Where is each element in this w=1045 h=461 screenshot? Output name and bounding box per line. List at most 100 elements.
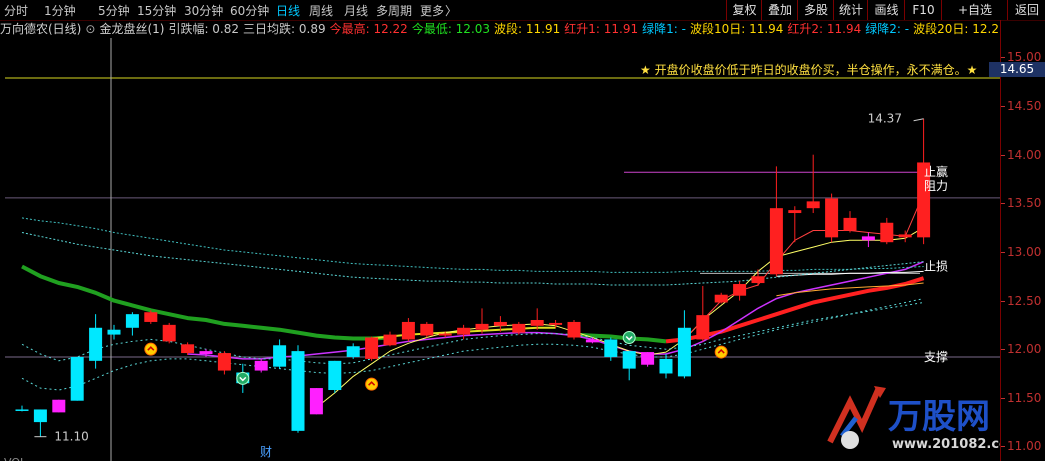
candle-body — [585, 339, 599, 343]
timeframe-tab[interactable]: 月线 — [344, 2, 368, 19]
indicator-value: 红升2: 11.94 — [787, 22, 862, 36]
timeframe-tab[interactable]: 60分钟 — [230, 2, 269, 19]
timeframe-tab[interactable]: 更多 — [420, 2, 444, 19]
indicator-series-line — [187, 261, 924, 360]
timeframe-tab[interactable]: 30分钟 — [184, 2, 223, 19]
toolbar-button[interactable]: 叠加 — [761, 0, 798, 20]
timeframe-tab[interactable]: 周线 — [309, 2, 333, 19]
candle-body — [806, 201, 820, 209]
candle-body — [15, 409, 29, 411]
candle-body — [475, 323, 489, 330]
indicator-series-line — [684, 193, 925, 340]
axis-tick-label: 12.50 — [1007, 293, 1042, 308]
dropdown-icon[interactable]: ⊙ — [85, 22, 95, 36]
candle-body — [696, 315, 710, 340]
candle-body — [144, 312, 158, 322]
indicator-value: 波段10日: 11.94 — [689, 22, 784, 36]
indicator-value: 绿降2: - — [865, 22, 910, 36]
indicator-value: 波段: 11.91 — [494, 22, 561, 36]
logo-brand: 万股网 — [888, 397, 990, 437]
timeframe-tab[interactable]: 多周期 — [376, 2, 412, 19]
timeframe-tab[interactable]: 日线 — [276, 2, 300, 19]
candle-body — [457, 327, 471, 335]
indicator-series-line — [21, 217, 924, 273]
axis-tick-label: 14.50 — [1007, 99, 1042, 114]
candle-body — [52, 399, 66, 413]
buy-signal-icon — [714, 345, 728, 359]
candle-body — [199, 351, 213, 355]
candle-body — [346, 346, 360, 357]
indicator-series-line — [21, 232, 924, 286]
resistance-label: 阻力 — [924, 179, 948, 193]
axis-tick-label: 13.00 — [1007, 244, 1042, 259]
current-price-tag: 14.65 — [989, 62, 1045, 77]
candle-body — [107, 329, 121, 335]
toolbar-button[interactable]: 多股 — [797, 0, 834, 20]
timeframe-tab[interactable]: 5分钟 — [98, 2, 130, 19]
axis-tick-label: 11.00 — [1007, 439, 1042, 454]
indicator-value: 今最低: 12.03 — [411, 22, 491, 36]
high-price-label: 14.37 — [868, 112, 902, 126]
candle-body — [33, 409, 47, 423]
finance-marker: 财 — [260, 445, 272, 459]
candle-body — [254, 360, 268, 371]
candle-body — [751, 276, 765, 284]
more-arrow-icon[interactable]: 〉 — [445, 2, 457, 19]
high-marker-line — [913, 118, 924, 122]
candle-body — [861, 236, 875, 241]
timeframe-tab[interactable]: 分时 — [4, 2, 28, 19]
toolbar-button[interactable]: 复权 — [726, 0, 762, 20]
toolbar-button[interactable]: F10 — [904, 0, 942, 20]
candle-body — [714, 294, 728, 303]
support-label: 支撑 — [924, 349, 948, 364]
axis-tick-mark — [1001, 397, 1005, 399]
indicator-value: 引跌幅: 0.82 — [168, 22, 240, 36]
candle-body — [604, 339, 618, 357]
volume-label: VOL — [4, 456, 27, 461]
timeframe-tab[interactable]: 15分钟 — [137, 2, 176, 19]
candle-body — [733, 284, 747, 296]
axis-tick-label: 14.00 — [1007, 147, 1042, 162]
candle-body — [401, 321, 415, 340]
toolbar-button[interactable]: 画线 — [867, 0, 905, 20]
notice-text: ★ 开盘价收盘价低于昨日的收盘价买，半仓操作，永不满仓。★ — [640, 62, 977, 77]
candle-body — [677, 327, 691, 377]
candle-body — [89, 327, 103, 361]
indicator-value: 三日均跌: 0.89 — [243, 22, 326, 36]
low-price-label: 11.10 — [54, 430, 88, 444]
candle-body — [273, 345, 287, 367]
candle-body — [843, 217, 857, 231]
candle-body — [769, 208, 783, 275]
toolbar-button[interactable]: 返回 — [1007, 0, 1045, 20]
axis-tick-mark — [1001, 106, 1005, 108]
candle-body — [880, 222, 894, 243]
wangu-logo: 万股网 www.201082.com — [827, 386, 1000, 452]
candle-body — [309, 388, 323, 415]
axis-tick-label: 11.50 — [1007, 390, 1042, 405]
candle-body — [217, 353, 231, 371]
timeframe-tab[interactable]: 1分钟 — [44, 2, 76, 19]
indicator-name[interactable]: 金龙盘丝(1) — [99, 22, 164, 36]
candle-body — [530, 320, 544, 326]
toolbar-button[interactable]: +自选 — [941, 0, 1008, 20]
toolbar-button[interactable]: 统计 — [833, 0, 868, 20]
stop-profit-label: 止赢 — [924, 164, 948, 179]
indicator-info-bar: 万向德农(日线) ⊙ 金龙盘丝(1) 引跌幅: 0.82 三日均跌: 0.89 今最高: … — [0, 20, 1000, 38]
axis-tick-label: 12.00 — [1007, 342, 1042, 357]
axis-tick-mark — [1001, 300, 1005, 302]
indicator-value: 波段20日: 12.2 — [913, 22, 999, 36]
stop-loss-label: 止损 — [924, 259, 948, 273]
sell-signal-icon — [622, 331, 636, 345]
price-axis: 15.00 14.50 14.00 13.50 13.00 12.50 12.00 11.50… — [1000, 20, 1045, 461]
candle-body — [162, 324, 176, 342]
axis-tick-mark — [1001, 203, 1005, 205]
indicator-value: 绿降1: - — [642, 22, 686, 36]
candle-body — [493, 321, 507, 326]
candle-body — [549, 322, 563, 325]
stock-name: 万向德农(日线) — [0, 22, 82, 36]
candle-body — [70, 356, 84, 401]
sell-signal-icon — [236, 371, 250, 385]
axis-tick-mark — [1001, 57, 1005, 59]
buy-signal-icon — [144, 342, 158, 356]
candle-body — [898, 234, 912, 238]
